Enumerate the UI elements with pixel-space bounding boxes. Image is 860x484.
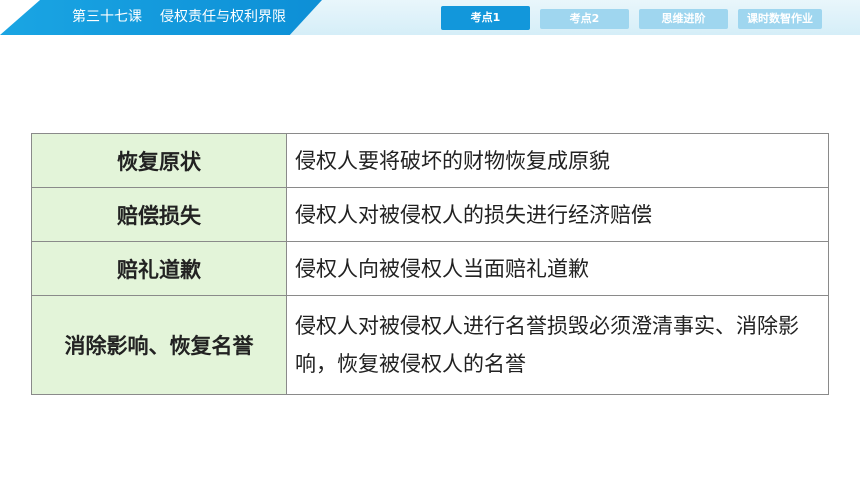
table-row: 恢复原状 侵权人要将破坏的财物恢复成原貌: [31, 133, 829, 188]
lesson-number: 第三十七课: [72, 9, 142, 25]
term-cell: 赔礼道歉: [31, 241, 287, 296]
table-row: 赔偿损失 侵权人对被侵权人的损失进行经济赔偿: [31, 187, 829, 242]
tab-kaodian-2[interactable]: 考点2: [540, 9, 629, 29]
term-cell: 赔偿损失: [31, 187, 287, 242]
lesson-name: 侵权责任与权利界限: [160, 9, 286, 25]
table-row: 消除影响、恢复名誉 侵权人对被侵权人进行名誉损毁必须澄清事实、消除影响，恢复被侵…: [31, 295, 829, 395]
desc-cell: 侵权人向被侵权人当面赔礼道歉: [286, 241, 829, 296]
lesson-title: 第三十七课 侵权责任与权利界限: [72, 0, 286, 35]
desc-cell: 侵权人对被侵权人进行名誉损毁必须澄清事实、消除影响，恢复被侵权人的名誉: [286, 295, 829, 395]
table-row: 赔礼道歉 侵权人向被侵权人当面赔礼道歉: [31, 241, 829, 296]
top-bar: 第三十七课 侵权责任与权利界限 考点1 考点2 思维进阶 课时数智作业: [0, 0, 860, 35]
tab-homework[interactable]: 课时数智作业: [738, 9, 822, 29]
tab-thinking-advance[interactable]: 思维进阶: [639, 9, 728, 29]
liability-table: 恢复原状 侵权人要将破坏的财物恢复成原貌 赔偿损失 侵权人对被侵权人的损失进行经…: [31, 133, 829, 395]
desc-cell: 侵权人要将破坏的财物恢复成原貌: [286, 133, 829, 188]
tab-kaodian-1[interactable]: 考点1: [441, 6, 530, 30]
lesson-header-cut: [0, 0, 40, 35]
desc-cell: 侵权人对被侵权人的损失进行经济赔偿: [286, 187, 829, 242]
term-cell: 消除影响、恢复名誉: [31, 295, 287, 395]
term-cell: 恢复原状: [31, 133, 287, 188]
